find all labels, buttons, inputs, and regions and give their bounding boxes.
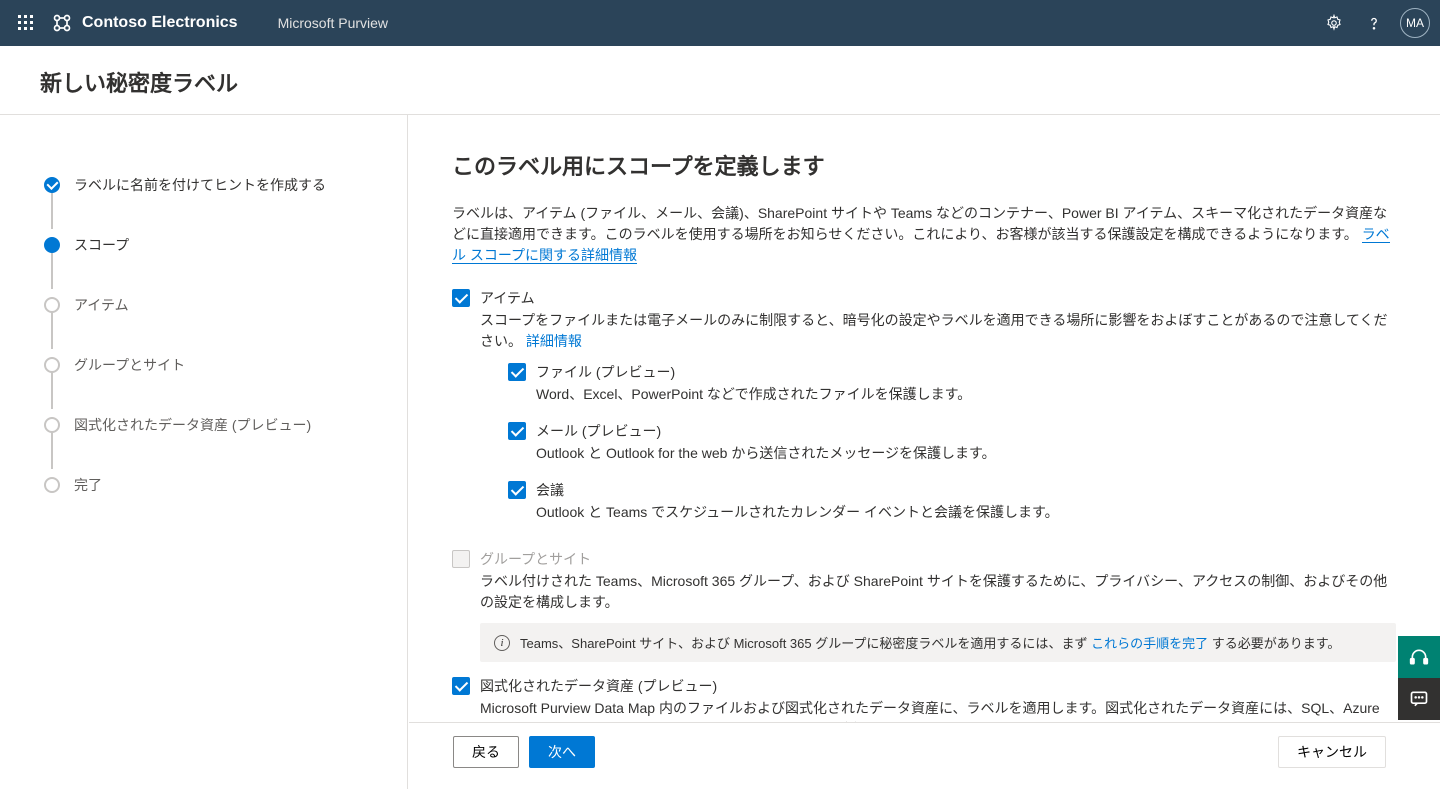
wizard-step-assets[interactable]: 図式化されたデータ資産 (プレビュー) — [44, 395, 407, 455]
mail-title: メール (プレビュー) — [536, 421, 1396, 441]
groups-info-bar: i Teams、SharePoint サイト、および Microsoft 365… — [480, 623, 1396, 662]
groups-desc: ラベル付けされた Teams、Microsoft 365 グループ、および Sh… — [480, 571, 1396, 613]
step-status-icon — [44, 357, 60, 373]
back-button[interactable]: 戻る — [453, 736, 519, 768]
wizard-nav: ラベルに名前を付けてヒントを作成する スコープ アイテム グループとサイト 図式… — [0, 115, 408, 789]
mail-desc: Outlook と Outlook for the web から送信されたメッセ… — [536, 443, 1396, 464]
intro-body: ラベルは、アイテム (ファイル、メール、会議)、SharePoint サイトや … — [452, 205, 1387, 242]
step-label: グループとサイト — [74, 355, 185, 375]
step-status-icon — [44, 237, 60, 253]
wizard-footer: 戻る 次へ キャンセル — [409, 722, 1440, 780]
sub-mail: メール (プレビュー) Outlook と Outlook for the we… — [508, 421, 1396, 472]
wizard-step-items[interactable]: アイテム — [44, 275, 407, 335]
groups-checkbox — [452, 550, 470, 568]
content-area: このラベル用にスコープを定義します ラベルは、アイテム (ファイル、メール、会議… — [408, 115, 1440, 789]
step-status-icon — [44, 417, 60, 433]
groups-title: グループとサイト — [480, 549, 1396, 569]
meetings-desc: Outlook と Teams でスケジュールされたカレンダー イベントと会議を… — [536, 502, 1396, 523]
assets-title: 図式化されたデータ資産 (プレビュー) — [480, 676, 1396, 696]
items-more-link[interactable]: 詳細情報 — [526, 333, 582, 349]
step-status-icon — [44, 477, 60, 493]
cancel-button[interactable]: キャンセル — [1278, 736, 1386, 768]
sub-meetings: 会議 Outlook と Teams でスケジュールされたカレンダー イベントと… — [508, 480, 1396, 531]
meetings-title: 会議 — [536, 480, 1396, 500]
org-logo-icon — [52, 13, 72, 33]
support-headset-icon[interactable] — [1398, 636, 1440, 678]
info-prefix: Teams、SharePoint サイト、および Microsoft 365 グ… — [520, 636, 1091, 651]
files-checkbox[interactable] — [508, 363, 526, 381]
step-label: アイテム — [74, 295, 129, 315]
user-avatar[interactable]: MA — [1400, 8, 1430, 38]
items-desc: スコープをファイルまたは電子メールのみに制限すると、暗号化の設定やラベルを適用で… — [480, 310, 1396, 352]
step-label: 完了 — [74, 475, 102, 495]
product-name: Microsoft Purview — [278, 15, 388, 31]
files-desc: Word、Excel、PowerPoint などで作成されたファイルを保護します… — [536, 384, 1396, 405]
info-link[interactable]: これらの手順を完了 — [1091, 636, 1208, 651]
wizard-step-scope[interactable]: スコープ — [44, 215, 407, 275]
feedback-icon[interactable] — [1398, 678, 1440, 720]
info-suffix: する必要があります。 — [1208, 636, 1340, 651]
mail-checkbox[interactable] — [508, 422, 526, 440]
wizard-step-groups[interactable]: グループとサイト — [44, 335, 407, 395]
items-title: アイテム — [480, 288, 1396, 308]
step-label: ラベルに名前を付けてヒントを作成する — [74, 175, 326, 195]
items-checkbox[interactable] — [452, 289, 470, 307]
settings-icon[interactable] — [1318, 7, 1350, 39]
org-name: Contoso Electronics — [82, 14, 238, 32]
org-branding: Contoso Electronics — [52, 13, 238, 33]
next-button[interactable]: 次へ — [529, 736, 595, 768]
header: Contoso Electronics Microsoft Purview MA — [0, 0, 1440, 46]
content-heading: このラベル用にスコープを定義します — [452, 149, 1396, 181]
step-status-icon — [44, 177, 60, 193]
page-title-bar: 新しい秘密度ラベル — [0, 46, 1440, 115]
wizard-step-name[interactable]: ラベルに名前を付けてヒントを作成する — [44, 155, 407, 215]
scope-groups: グループとサイト ラベル付けされた Teams、Microsoft 365 グル… — [452, 549, 1396, 613]
wizard-step-finish[interactable]: 完了 — [44, 455, 407, 515]
intro-text: ラベルは、アイテム (ファイル、メール、会議)、SharePoint サイトや … — [452, 203, 1396, 266]
files-title: ファイル (プレビュー) — [536, 362, 1396, 382]
assets-checkbox[interactable] — [452, 677, 470, 695]
app-launcher-icon[interactable] — [10, 7, 42, 39]
sub-files: ファイル (プレビュー) Word、Excel、PowerPoint などで作成… — [508, 362, 1396, 413]
step-label: 図式化されたデータ資産 (プレビュー) — [74, 415, 311, 435]
page-title: 新しい秘密度ラベル — [40, 66, 1400, 98]
meetings-checkbox[interactable] — [508, 481, 526, 499]
help-icon[interactable] — [1358, 7, 1390, 39]
step-label: スコープ — [74, 235, 129, 255]
info-icon: i — [494, 635, 510, 651]
scope-items: アイテム スコープをファイルまたは電子メールのみに制限すると、暗号化の設定やラベ… — [452, 288, 1396, 539]
step-status-icon — [44, 297, 60, 313]
